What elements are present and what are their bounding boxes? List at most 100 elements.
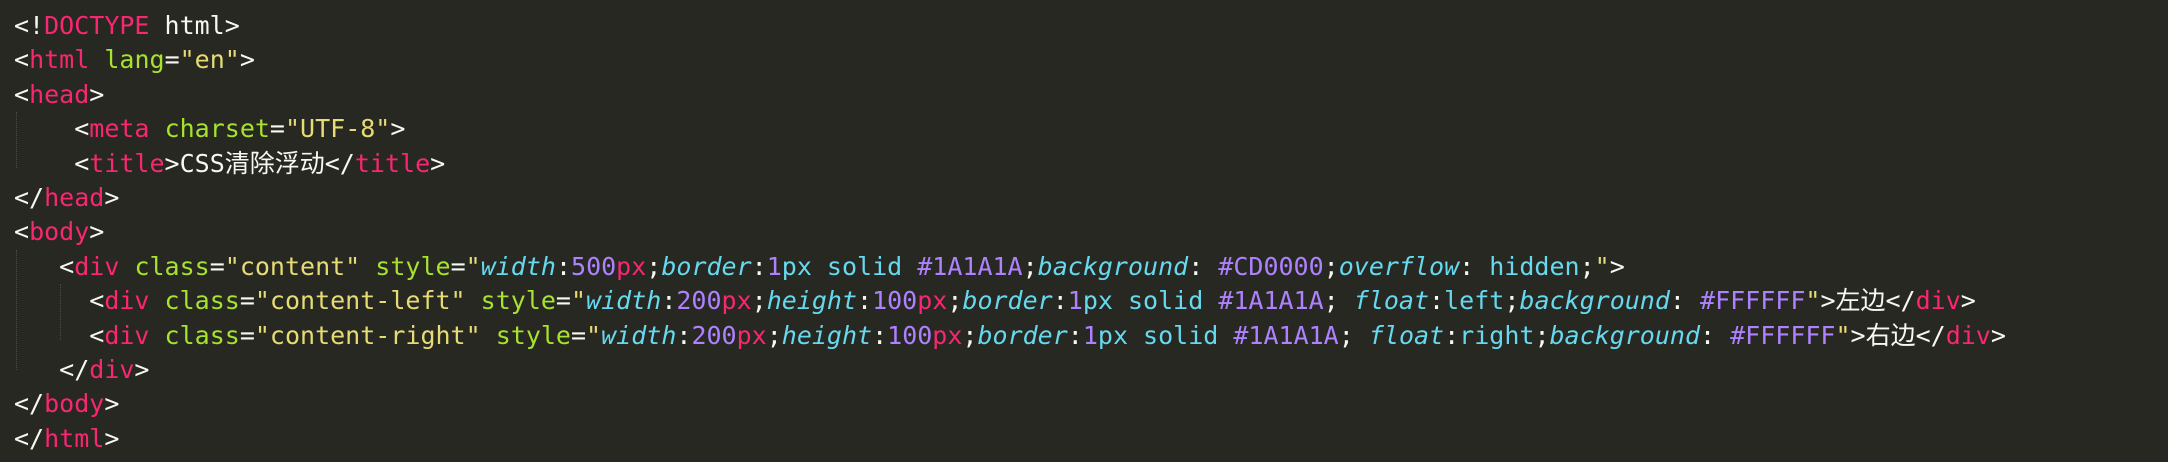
code-line[interactable]: <div class="content" style="width:500px;… xyxy=(14,250,2168,284)
code-token: "content-left" xyxy=(254,286,466,316)
code-token: ; xyxy=(1323,251,1339,281)
code-token: > xyxy=(134,354,150,384)
code-token: < xyxy=(74,148,90,178)
code-token: : xyxy=(1700,320,1731,350)
code-token: ; xyxy=(766,320,782,350)
code-line[interactable]: </body> xyxy=(14,387,2168,421)
code-token: : xyxy=(555,251,572,281)
code-token: ; xyxy=(1534,320,1550,350)
code-token: >CSS清除浮动</ xyxy=(164,148,355,178)
code-token: = xyxy=(209,251,225,281)
code-editor[interactable]: <!DOCTYPE html> <html lang="en"> <head> <m… xyxy=(0,0,2168,462)
code-token: width xyxy=(601,320,677,350)
code-line[interactable]: <head> xyxy=(14,78,2168,112)
code-token: </ xyxy=(14,182,45,212)
code-token: : xyxy=(1669,286,1701,316)
code-line[interactable]: <div class="content-right" style="width:… xyxy=(14,319,2168,353)
code-token: px xyxy=(721,286,752,316)
code-token: = xyxy=(570,320,587,350)
code-token: > xyxy=(89,217,105,247)
code-token: lang xyxy=(104,45,165,75)
code-token: #1A1A1A xyxy=(1218,286,1324,316)
code-token: title xyxy=(89,148,165,178)
code-token: " xyxy=(586,320,602,350)
code-line[interactable]: <!DOCTYPE html> xyxy=(14,9,2168,43)
code-token: px solid xyxy=(1097,320,1234,350)
code-token: = xyxy=(164,45,180,75)
code-token: px solid xyxy=(781,251,918,281)
code-token: </ xyxy=(59,354,90,384)
code-token: ; xyxy=(1338,320,1369,350)
code-token: : xyxy=(1052,286,1068,316)
code-token: < xyxy=(89,320,105,350)
code-token: 500 xyxy=(571,251,617,281)
code-token: body xyxy=(29,217,90,247)
code-token: border xyxy=(661,251,752,281)
code-line[interactable]: </html> xyxy=(14,422,2168,456)
code-token: border xyxy=(962,286,1053,316)
code-token: : xyxy=(857,286,873,316)
code-token: 100 xyxy=(887,320,933,350)
code-token: > xyxy=(89,79,105,109)
code-token: > xyxy=(104,182,120,212)
code-token: ; xyxy=(1323,286,1354,316)
code-token: : xyxy=(1459,251,1490,281)
code-token: div xyxy=(89,354,135,384)
code-lines: <!DOCTYPE html> <html lang="en"> <head> <m… xyxy=(14,9,2168,456)
code-token: > xyxy=(390,114,406,144)
code-token: " xyxy=(1835,320,1851,350)
code-token: px xyxy=(736,320,767,350)
code-token: meta xyxy=(89,114,150,144)
code-line[interactable]: </div> xyxy=(14,353,2168,387)
code-token: class xyxy=(134,251,210,281)
code-token: > xyxy=(104,389,120,419)
code-line[interactable]: <body> xyxy=(14,215,2168,249)
code-line[interactable]: </head> xyxy=(14,181,2168,215)
code-line[interactable]: <div class="content-left" style="width:2… xyxy=(14,284,2168,318)
code-token: height xyxy=(766,286,858,316)
code-token: 1 xyxy=(766,251,782,281)
code-token: >右边</ xyxy=(1850,320,1946,350)
code-token: #FFFFFF xyxy=(1700,286,1806,316)
code-token: #1A1A1A xyxy=(917,251,1023,281)
code-token: head xyxy=(44,182,105,212)
code-token: : xyxy=(751,251,767,281)
code-token: ; xyxy=(947,286,963,316)
code-token: ; xyxy=(1579,251,1595,281)
code-token: px solid xyxy=(1082,286,1219,316)
code-token: "content" xyxy=(224,251,361,281)
code-token: : xyxy=(1188,251,1219,281)
code-token: div xyxy=(104,320,150,350)
code-token: width xyxy=(480,251,556,281)
code-token: : xyxy=(1429,286,1445,316)
code-token: < xyxy=(89,286,105,316)
code-token: style xyxy=(495,320,571,350)
code-token: DOCTYPE xyxy=(44,11,150,40)
code-token: html xyxy=(44,423,105,453)
code-token: > xyxy=(1990,320,2006,350)
code-token: > xyxy=(1609,251,1625,281)
code-token: float xyxy=(1353,286,1430,316)
code-token: <! xyxy=(14,11,45,40)
code-token: ; xyxy=(1022,251,1038,281)
code-token: " xyxy=(570,286,587,316)
code-token: >左边</ xyxy=(1820,286,1916,316)
code-line[interactable]: <meta charset="UTF-8"> xyxy=(14,112,2168,146)
code-token: = xyxy=(450,251,466,281)
code-line[interactable]: <html lang="en"> xyxy=(14,43,2168,77)
code-token: html> xyxy=(149,11,240,40)
code-token: = xyxy=(239,286,255,316)
code-token: " xyxy=(465,251,481,281)
code-line[interactable]: <title>CSS清除浮动</title> xyxy=(14,147,2168,181)
code-token: : xyxy=(1444,320,1460,350)
code-token: body xyxy=(44,389,105,419)
code-token: </ xyxy=(14,423,45,453)
code-token: = xyxy=(239,320,255,350)
code-token: #CD0000 xyxy=(1218,251,1324,281)
